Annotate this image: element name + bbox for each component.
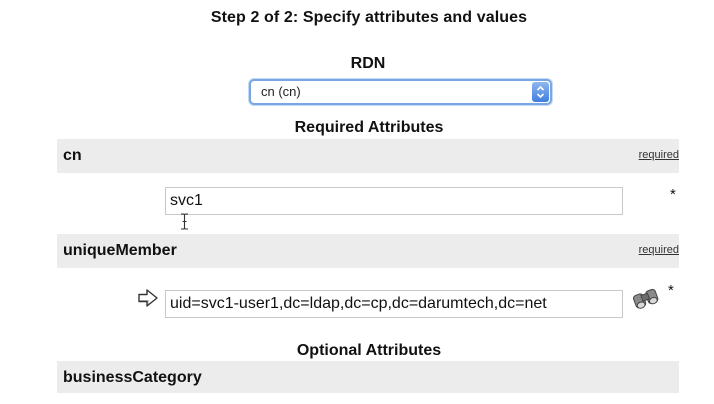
attribute-name-cn: cn [63, 147, 82, 164]
up-down-chevron-icon[interactable] [532, 82, 549, 102]
cn-value-input[interactable] [165, 187, 623, 215]
right-arrow-icon [137, 288, 159, 313]
attribute-name-businesscategory: businessCategory [63, 369, 202, 386]
attribute-name-uniquemember: uniqueMember [63, 242, 177, 259]
rdn-select[interactable]: cn (cn) [249, 79, 552, 105]
required-attributes-heading: Required Attributes [294, 119, 444, 136]
rdn-heading: RDN [350, 55, 386, 72]
required-marker-cn: * [670, 186, 676, 203]
attribute-header-cn: cn required [57, 139, 679, 173]
required-marker-uniquemember: * [668, 282, 674, 299]
binoculars-search-icon[interactable] [630, 286, 662, 315]
rdn-selected-value: cn (cn) [261, 84, 301, 99]
optional-attributes-heading: Optional Attributes [296, 342, 442, 359]
step-title: Step 2 of 2: Specify attributes and valu… [210, 9, 528, 26]
required-link-uniquemember[interactable]: required [639, 244, 679, 256]
attribute-header-businesscategory: businessCategory [57, 361, 679, 393]
attribute-header-uniquemember: uniqueMember required [57, 234, 679, 268]
i-beam-cursor-icon [180, 213, 189, 235]
uniquemember-value-input[interactable] [165, 290, 623, 318]
required-link-cn[interactable]: required [639, 149, 679, 161]
